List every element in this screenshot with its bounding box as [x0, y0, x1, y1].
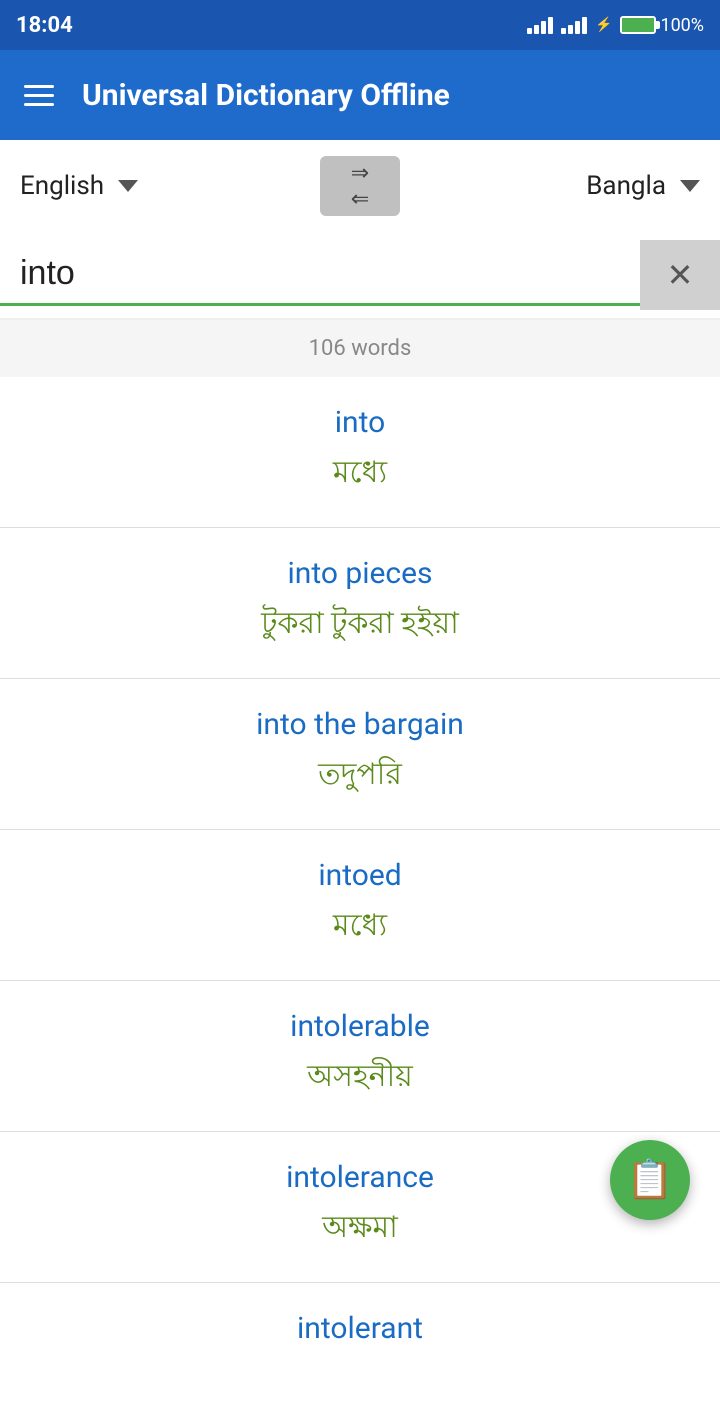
- swap-languages-button[interactable]: ⇒ ⇐: [320, 156, 400, 216]
- result-bangla-text: তদুপরি: [20, 750, 700, 801]
- language-selector: English ⇒ ⇐ Bangla: [0, 140, 720, 232]
- app-title: Universal Dictionary Offline: [82, 78, 450, 113]
- battery-icon: [620, 16, 656, 34]
- list-item[interactable]: intolerant: [0, 1283, 720, 1414]
- signal-icon-1: [527, 17, 553, 34]
- status-bar: 18:04 ⚡ 100%: [0, 0, 720, 50]
- source-language-dropdown[interactable]: English: [20, 171, 310, 201]
- list-item[interactable]: intoed মধ্যে: [0, 830, 720, 981]
- result-english-text: intolerable: [20, 1009, 700, 1044]
- charging-icon: ⚡: [595, 17, 612, 33]
- result-english-text: into the bargain: [20, 707, 700, 742]
- list-item[interactable]: into the bargain তদুপরি: [0, 679, 720, 830]
- target-language-chevron-icon: [680, 180, 700, 192]
- battery-percent: 100%: [660, 15, 704, 36]
- target-language-label: Bangla: [586, 171, 666, 201]
- battery-container: 100%: [620, 15, 704, 36]
- swap-icon: ⇒ ⇐: [351, 162, 369, 210]
- result-english-text: intolerance: [20, 1160, 700, 1195]
- signal-icon-2: [561, 17, 587, 34]
- list-item[interactable]: intolerable অসহনীয়: [0, 981, 720, 1132]
- hamburger-menu-button[interactable]: [24, 85, 54, 106]
- result-english-text: intoed: [20, 858, 700, 893]
- result-bangla-text: মধ্যে: [20, 901, 700, 952]
- battery-fill: [622, 18, 654, 32]
- source-language-label: English: [20, 171, 104, 201]
- word-count: 106 words: [0, 320, 720, 377]
- search-bar: ✕: [0, 232, 720, 320]
- result-bangla-text: অসহনীয়: [20, 1052, 700, 1103]
- result-english-text: into pieces: [20, 556, 700, 591]
- app-bar: Universal Dictionary Offline: [0, 50, 720, 140]
- results-list: into মধ্যে into pieces টুকরা টুকরা হইয়া…: [0, 377, 720, 1414]
- list-item[interactable]: into মধ্যে: [0, 377, 720, 528]
- result-bangla-text: টুকরা টুকরা হইয়া: [20, 599, 700, 650]
- result-bangla-text: অক্ষমা: [20, 1203, 700, 1254]
- clear-search-button[interactable]: ✕: [640, 240, 720, 310]
- list-item[interactable]: into pieces টুকরা টুকরা হইয়া: [0, 528, 720, 679]
- clear-icon: ✕: [667, 256, 694, 294]
- clipboard-icon: 📋: [626, 1158, 673, 1202]
- result-english-text: intolerant: [20, 1311, 700, 1346]
- clipboard-fab-button[interactable]: 📋: [610, 1140, 690, 1220]
- target-language-dropdown[interactable]: Bangla: [410, 171, 700, 201]
- list-item[interactable]: intolerance অক্ষমা: [0, 1132, 720, 1283]
- search-input[interactable]: [0, 244, 640, 306]
- result-bangla-text: মধ্যে: [20, 448, 700, 499]
- result-english-text: into: [20, 405, 700, 440]
- time-display: 18:04: [16, 13, 73, 38]
- status-icons: ⚡ 100%: [527, 15, 704, 36]
- source-language-chevron-icon: [118, 180, 138, 192]
